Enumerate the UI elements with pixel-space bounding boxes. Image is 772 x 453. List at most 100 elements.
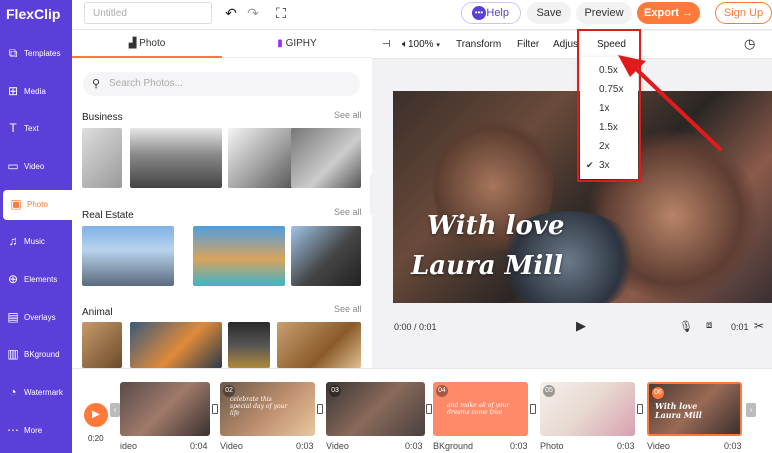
export-button[interactable]: Export → <box>637 2 700 24</box>
clock-icon[interactable]: ◷ <box>744 36 755 52</box>
timeline-scroll-right[interactable]: › <box>746 403 756 417</box>
chevron-down-icon: ▾ <box>436 42 440 49</box>
clip-type: BKground <box>433 441 474 451</box>
nav-item-text[interactable]: T Text <box>0 114 72 144</box>
chevron-left-icon: ‹ <box>113 405 117 414</box>
search-input[interactable]: ⚲ Search Photos... <box>83 72 360 96</box>
photo-thumbnail[interactable] <box>82 322 122 368</box>
timeline-clip[interactable]: 03 <box>326 382 425 436</box>
music-icon: ♫ <box>8 234 18 248</box>
nav-item-elements[interactable]: ⊕ Elements <box>0 265 72 295</box>
filter-button[interactable]: Filter <box>517 39 539 50</box>
nav-item-video[interactable]: ▭ Video <box>0 152 72 182</box>
clip-number: 05 <box>543 385 555 397</box>
timeline-clip-selected[interactable]: 06 With love Laura Mill <box>647 382 742 436</box>
project-title-input[interactable]: Untitled <box>84 2 212 24</box>
timeline-play-button[interactable]: ▶ <box>84 403 108 427</box>
scissors-icon[interactable]: ✂ <box>754 319 764 333</box>
tab-giphy[interactable]: ▮ GIPHY <box>222 30 372 58</box>
nav-label: Music <box>24 237 45 246</box>
clip-type: ideo <box>120 441 138 451</box>
fullscreen-icon[interactable]: ⛶ <box>272 5 290 22</box>
preview-button[interactable]: Preview <box>576 2 632 24</box>
photo-thumbnail[interactable] <box>193 226 285 286</box>
text-icon: T <box>9 121 17 135</box>
transition-marker[interactable] <box>317 404 323 414</box>
logo-text: FlexClip <box>6 6 61 22</box>
clip-number: 04 <box>436 385 448 397</box>
split-icon[interactable]: ⧈ <box>706 320 712 331</box>
photo-thumbnail[interactable] <box>130 128 222 188</box>
left-sidebar: ⧉ Templates ⊞ Media T Text ▭ Video ▣ Pho… <box>0 30 72 453</box>
photo-thumbnail[interactable] <box>82 226 174 286</box>
nav-item-overlays[interactable]: ▤ Overlays <box>0 303 72 333</box>
photo-thumbnail[interactable] <box>291 226 361 286</box>
sign-up-button[interactable]: Sign Up <box>715 2 772 24</box>
nav-item-photo[interactable]: ▣ Photo <box>3 190 72 220</box>
search-icon: ⚲ <box>92 78 101 90</box>
nav-item-more[interactable]: ⋯ More <box>0 416 72 446</box>
tab-photo[interactable]: ▟ Photo <box>72 30 222 58</box>
clip-number: 03 <box>329 385 341 397</box>
see-all-real-estate[interactable]: See all <box>334 207 362 217</box>
section-title-business: Business <box>82 112 123 123</box>
timeline-clip[interactable]: 05 <box>540 382 635 436</box>
nav-label: Video <box>24 162 45 171</box>
clip-caption: celebrate this special day of your life <box>230 396 288 417</box>
overlays-icon: ▤ <box>7 310 19 324</box>
clip-duration: 0:03 <box>617 441 635 451</box>
caption-line-1[interactable]: With love <box>427 211 564 241</box>
see-all-business[interactable]: See all <box>334 110 362 120</box>
chevron-right-icon: › <box>749 405 753 414</box>
export-label: Export <box>644 7 679 19</box>
nav-item-media[interactable]: ⊞ Media <box>0 77 72 107</box>
clip-duration: 0:03 <box>405 441 423 451</box>
help-button[interactable]: ••• Help <box>461 2 521 24</box>
redo-icon[interactable]: ↷ <box>244 5 262 22</box>
adjust-button[interactable]: Adjus <box>553 39 578 50</box>
transition-marker[interactable] <box>637 404 643 414</box>
flexclip-logo[interactable]: FlexClip <box>0 0 72 30</box>
video-icon: ▭ <box>7 159 19 173</box>
nav-label: Templates <box>24 49 61 58</box>
transition-marker[interactable] <box>212 404 218 414</box>
photo-icon: ▟ <box>128 38 137 49</box>
nav-item-templates[interactable]: ⧉ Templates <box>0 39 72 69</box>
annotation-arrow <box>618 55 722 151</box>
timeline-clip[interactable]: 04 and make all of your dreams come true <box>433 382 528 436</box>
undo-icon[interactable]: ↶ <box>222 5 240 22</box>
save-button[interactable]: Save <box>527 2 571 24</box>
chat-icon: ••• <box>472 6 486 20</box>
see-all-animal[interactable]: See all <box>334 304 362 314</box>
collapse-icon[interactable]: ⊣ <box>382 39 391 50</box>
photo-thumbnail[interactable] <box>130 322 222 368</box>
nav-label: Media <box>24 87 46 96</box>
nav-item-music[interactable]: ♫ Music <box>0 227 72 257</box>
nav-item-background[interactable]: ▥ BKground <box>0 340 72 370</box>
help-label: Help <box>486 7 509 19</box>
clip-caption: and make all of your dreams come true <box>447 402 510 416</box>
zoom-select[interactable]: 100% ▾ <box>408 39 440 50</box>
transform-button[interactable]: Transform <box>456 39 501 50</box>
image-icon: ▣ <box>10 197 22 211</box>
photo-thumbnail[interactable] <box>291 128 361 188</box>
transition-marker[interactable] <box>426 404 432 414</box>
zoom-value: 100% <box>408 39 434 50</box>
background-icon: ▥ <box>7 347 19 361</box>
microphone-icon[interactable]: 🎙︎ <box>679 320 693 333</box>
timeline-clip[interactable] <box>120 382 210 436</box>
timeline-clip[interactable]: 02 celebrate this special day of your li… <box>220 382 315 436</box>
search-placeholder: Search Photos... <box>109 78 183 89</box>
nav-item-watermark[interactable]: ◔ Watermark <box>0 378 72 408</box>
transition-marker[interactable] <box>530 404 536 414</box>
photo-thumbnail[interactable] <box>82 128 122 188</box>
caption-line-2[interactable]: Laura Mill <box>411 251 563 281</box>
more-icon: ⋯ <box>7 423 19 437</box>
photo-thumbnail[interactable] <box>228 322 270 368</box>
photo-panel: ▟ Photo ▮ GIPHY ⚲ Search Photos... Busin… <box>72 30 372 368</box>
clip-duration: 0:03 <box>296 441 314 451</box>
photo-thumbnail[interactable] <box>277 322 361 368</box>
play-icon[interactable]: ▶ <box>576 318 586 334</box>
play-icon: ▶ <box>92 409 100 420</box>
timeline-scroll-left[interactable]: ‹ <box>110 403 120 417</box>
